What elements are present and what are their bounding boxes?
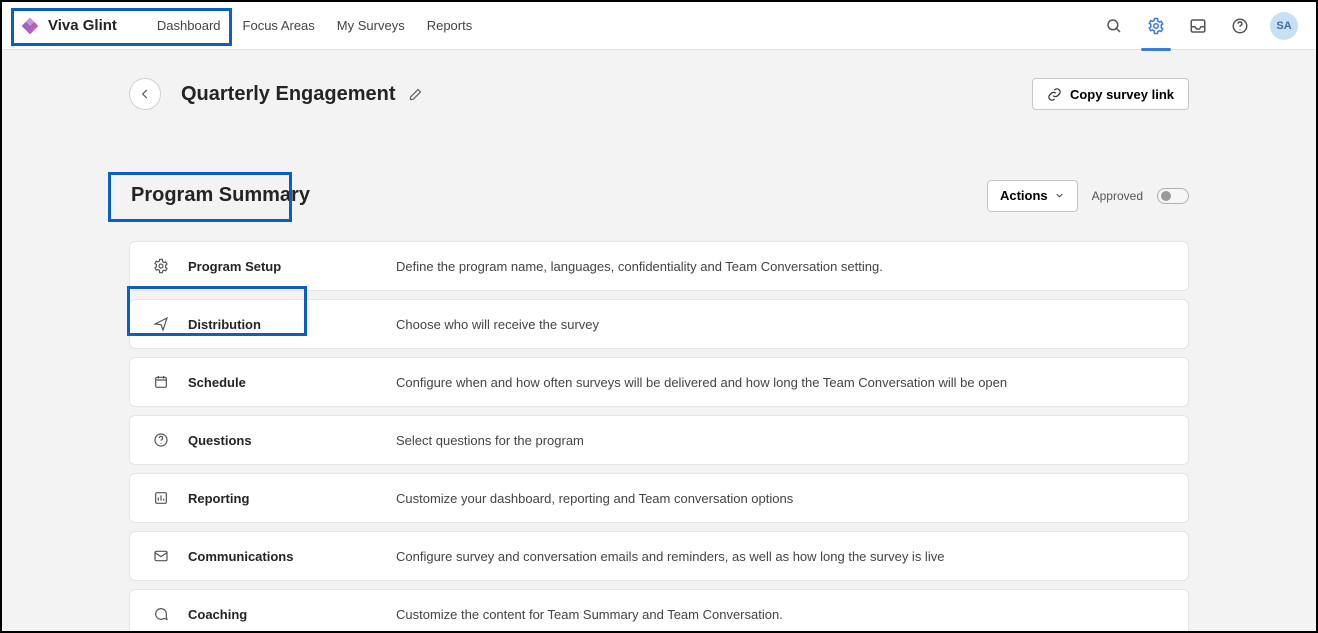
question-icon: [152, 431, 170, 449]
calendar-icon: [152, 373, 170, 391]
back-button[interactable]: [129, 78, 161, 110]
summary-row-desc: Select questions for the program: [396, 433, 584, 448]
summary-row-title: Questions: [188, 433, 396, 448]
brand: Viva Glint: [20, 16, 117, 36]
brand-logo-icon: [20, 16, 40, 36]
chart-icon: [152, 489, 170, 507]
summary-row-desc: Choose who will receive the survey: [396, 317, 599, 332]
nav-my-surveys[interactable]: My Surveys: [337, 18, 405, 33]
nav-dashboard[interactable]: Dashboard: [157, 18, 221, 33]
avatar[interactable]: SA: [1270, 12, 1298, 40]
search-icon[interactable]: [1102, 14, 1126, 38]
gear-icon: [152, 257, 170, 275]
chevron-down-icon: [1054, 190, 1065, 201]
actions-button[interactable]: Actions: [987, 180, 1078, 212]
actions-button-label: Actions: [1000, 188, 1048, 203]
summary-row-title: Program Setup: [188, 259, 396, 274]
summary-row-questions[interactable]: QuestionsSelect questions for the progra…: [129, 415, 1189, 465]
approved-toggle[interactable]: [1157, 188, 1189, 204]
chat-icon: [152, 605, 170, 623]
summary-row-desc: Define the program name, languages, conf…: [396, 259, 883, 274]
inbox-icon[interactable]: [1186, 14, 1210, 38]
copy-survey-link-button[interactable]: Copy survey link: [1032, 78, 1189, 110]
section-title: Program Summary: [129, 178, 312, 213]
summary-row-title: Schedule: [188, 375, 396, 390]
mail-icon: [152, 547, 170, 565]
summary-row-title: Coaching: [188, 607, 396, 622]
summary-row-desc: Configure survey and conversation emails…: [396, 549, 944, 564]
approved-label: Approved: [1092, 189, 1143, 203]
link-icon: [1047, 87, 1062, 102]
summary-row-title: Communications: [188, 549, 396, 564]
summary-row-program-setup[interactable]: Program SetupDefine the program name, la…: [129, 241, 1189, 291]
help-icon[interactable]: [1228, 14, 1252, 38]
summary-row-distribution[interactable]: DistributionChoose who will receive the …: [129, 299, 1189, 349]
summary-row-desc: Configure when and how often surveys wil…: [396, 375, 1007, 390]
summary-row-desc: Customize your dashboard, reporting and …: [396, 491, 793, 506]
summary-row-desc: Customize the content for Team Summary a…: [396, 607, 783, 622]
send-icon: [152, 315, 170, 333]
summary-row-title: Reporting: [188, 491, 396, 506]
nav-focus-areas[interactable]: Focus Areas: [243, 18, 315, 33]
summary-row-communications[interactable]: CommunicationsConfigure survey and conve…: [129, 531, 1189, 581]
settings-gear-icon[interactable]: [1144, 14, 1168, 38]
brand-name: Viva Glint: [48, 17, 117, 34]
page-title: Quarterly Engagement: [181, 83, 396, 106]
summary-row-title: Distribution: [188, 317, 396, 332]
summary-row-coaching[interactable]: CoachingCustomize the content for Team S…: [129, 589, 1189, 633]
summary-row-schedule[interactable]: ScheduleConfigure when and how often sur…: [129, 357, 1189, 407]
copy-survey-link-label: Copy survey link: [1070, 87, 1174, 102]
nav-reports[interactable]: Reports: [427, 18, 473, 33]
edit-title-icon[interactable]: [408, 87, 423, 102]
summary-row-reporting[interactable]: ReportingCustomize your dashboard, repor…: [129, 473, 1189, 523]
